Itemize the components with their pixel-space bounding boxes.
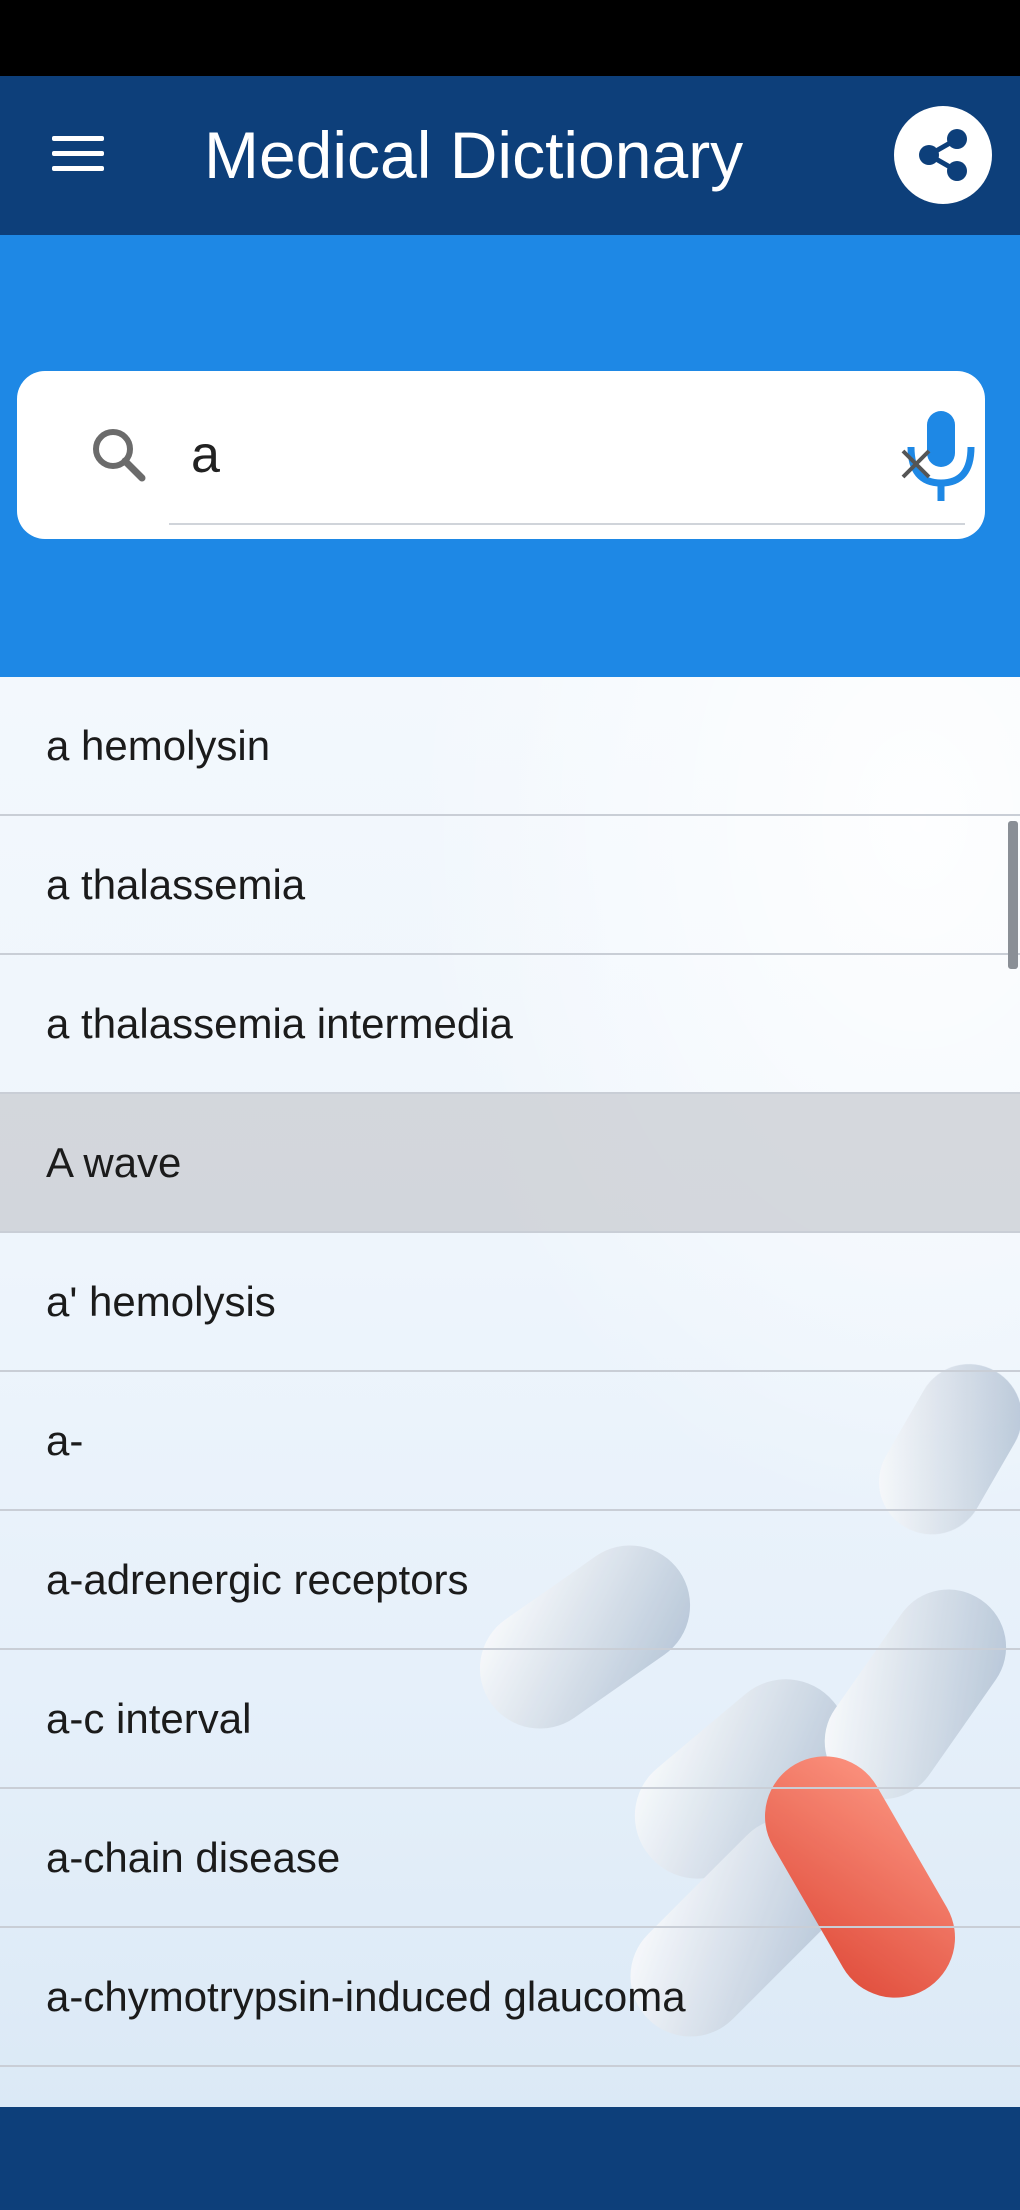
list-item-label: a thalassemia	[46, 861, 306, 908]
list-item-label: a hemolysin	[46, 722, 271, 769]
list-item[interactable]: a thalassemia intermedia	[0, 955, 1020, 1094]
list-item-label: a' hemolysis	[46, 1278, 276, 1325]
results-list[interactable]: a hemolysin a thalassemia a thalassemia …	[0, 677, 1020, 2107]
microphone-icon[interactable]	[889, 401, 985, 509]
status-bar	[0, 0, 1020, 76]
list-item-label: a thalassemia intermedia	[46, 1000, 513, 1047]
list-item-label: A wave	[46, 1139, 182, 1186]
list-item[interactable]: a-chain disease	[0, 1789, 1020, 1928]
list-item-label: a-chain disease	[46, 1834, 341, 1881]
list-item[interactable]: a-adrenergic receptors	[0, 1511, 1020, 1650]
share-icon	[919, 129, 967, 181]
share-button[interactable]	[894, 106, 992, 204]
list-item-label: a-chymotrypsin-induced glaucoma	[46, 1973, 686, 2020]
list-item[interactable]: a' hemolysis	[0, 1233, 1020, 1372]
list-item[interactable]: a-c interval	[0, 1650, 1020, 1789]
list-item-label: a-c interval	[46, 1695, 252, 1742]
list-item-label: a-adrenergic receptors	[46, 1556, 469, 1603]
list-item-label: a-	[46, 1417, 84, 1464]
list-item[interactable]: a-chymotrypsin-induced glaucoma	[0, 1928, 1020, 2067]
search-area	[0, 235, 1020, 677]
bottom-bar	[0, 2107, 1020, 2210]
app-bar: Medical Dictionary	[0, 76, 1020, 235]
list-item[interactable]: a-	[0, 1372, 1020, 1511]
list-item[interactable]: a thalassemia	[0, 816, 1020, 955]
list-scrollbar[interactable]	[1008, 821, 1018, 969]
search-box	[17, 371, 985, 539]
list-item-selected[interactable]: A wave	[0, 1094, 1020, 1233]
list-item[interactable]: a hemolysin	[0, 677, 1020, 816]
search-input[interactable]	[167, 413, 915, 497]
hamburger-menu-icon[interactable]	[48, 132, 110, 176]
search-underline	[169, 523, 965, 525]
search-icon	[93, 429, 146, 482]
app-title: Medical Dictionary	[204, 118, 744, 192]
